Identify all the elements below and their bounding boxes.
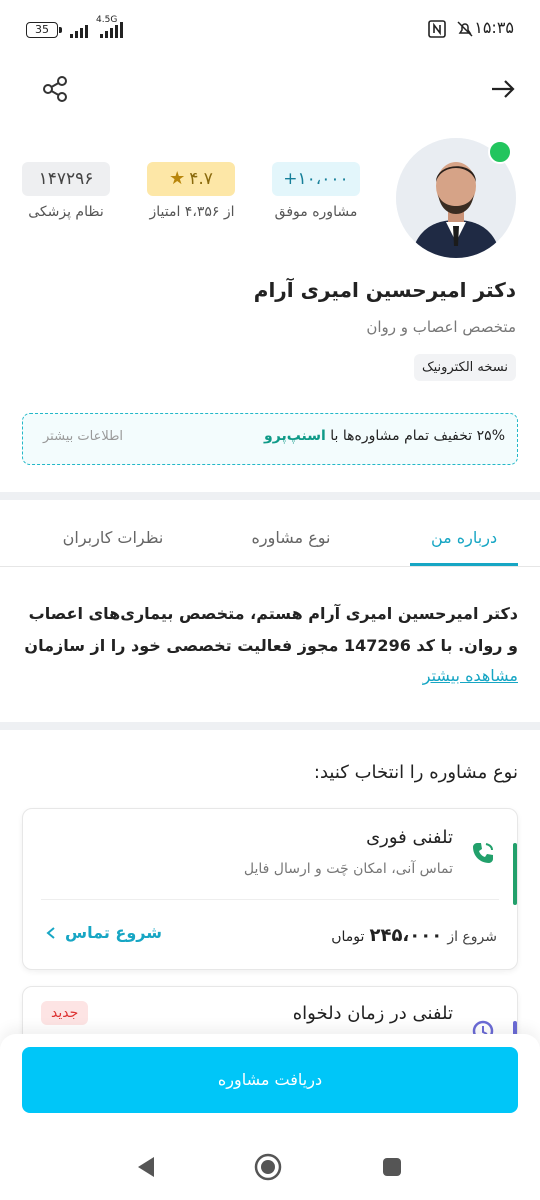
promo-brand: اسنپ‌پرو [264, 428, 326, 444]
share-button[interactable] [40, 74, 70, 104]
nav-recents-icon[interactable] [382, 1157, 402, 1181]
medical-code-label: نظام پزشکی [28, 204, 104, 220]
section-title: نوع مشاوره را انتخاب کنید: [313, 762, 518, 783]
tab-active-indicator [410, 563, 518, 566]
promo-banner[interactable]: ۲۵% تخفیف تمام مشاوره‌ها با اسنپ‌پرو اطل… [22, 413, 518, 465]
nfc-icon [428, 20, 446, 42]
card-title-2: تلفنی در زمان دلخواه [292, 1003, 453, 1024]
card-title: تلفنی فوری [366, 827, 453, 848]
signal-icon-2 [100, 22, 123, 38]
online-indicator [488, 140, 512, 164]
promo-text: ۲۵% تخفیف تمام مشاوره‌ها با اسنپ‌پرو [264, 428, 505, 444]
start-call-button[interactable]: شروع تماس [45, 923, 162, 942]
battery-level: 35 [35, 23, 49, 36]
mute-bell-icon [456, 20, 474, 42]
get-consultation-button[interactable]: دریافت مشاوره [22, 1047, 518, 1113]
share-icon [43, 76, 67, 102]
back-button[interactable] [488, 74, 518, 104]
tab-reviews[interactable]: نظرات کاربران [48, 528, 178, 547]
tab-about[interactable]: درباره من [410, 528, 518, 547]
rating-label: از ۴،۳۵۶ امتیاز [149, 204, 235, 220]
price-value: ۲۴۵،۰۰۰ [369, 925, 443, 946]
about-text: دکتر امیرحسین امیری آرام هستم، متخصص بیم… [24, 604, 518, 655]
consultations-count: +۱۰،۰۰۰ [272, 162, 360, 196]
card-divider [41, 899, 499, 900]
price-currency: توماں [331, 929, 365, 945]
new-badge: جدید [41, 1001, 89, 1025]
status-bar: 35 4.5G ۱۵:۳۵ [0, 0, 540, 58]
tab-consultation-type[interactable]: نوع مشاوره [232, 528, 350, 547]
clock: ۱۵:۳۵ [474, 18, 514, 37]
price-prefix: شروع از [447, 929, 497, 945]
consultations-label: مشاوره موفق [274, 204, 358, 220]
battery-icon: 35 [26, 22, 62, 38]
start-call-label: شروع تماس [65, 923, 162, 942]
nav-back-icon[interactable] [134, 1155, 158, 1183]
tab-bar-border [0, 566, 540, 567]
card-price: شروع از ۲۴۵،۰۰۰ توماں [331, 925, 497, 946]
divider-2 [0, 722, 540, 730]
nav-home-icon[interactable] [254, 1153, 282, 1185]
card-subtitle: تماس آنی، امکان چَت و ارسال فایل [243, 861, 453, 877]
consult-card-instant-phone[interactable]: تلفنی فوری تماس آنی، امکان چَت و ارسال ف… [22, 808, 518, 970]
arrow-right-icon [492, 80, 515, 98]
read-more-link[interactable]: مشاهده بیشتر [423, 666, 518, 685]
promo-more-info[interactable]: اطلاعات بیشتر [43, 429, 123, 444]
signal-icon [70, 22, 88, 38]
star-icon: ★ [169, 168, 186, 189]
rating-badge: ★ ۴.۷ [147, 162, 235, 196]
doctor-specialty: متخصص اعصاب و روان [366, 318, 516, 336]
phone-icon [469, 839, 497, 867]
chevron-left-icon [46, 926, 55, 939]
prescription-tag: نسخه الکترونیک [413, 354, 516, 381]
doctor-name: دکتر امیرحسین امیری آرام [253, 278, 516, 302]
divider [0, 492, 540, 500]
rating-value: ۴.۷ [189, 169, 213, 189]
system-nav-bar [0, 1140, 540, 1200]
promo-text-prefix: ۲۵% تخفیف تمام مشاوره‌ها با [330, 428, 505, 444]
card-accent-bar [513, 843, 517, 905]
medical-code: ۱۴۷۲۹۶ [22, 162, 110, 196]
